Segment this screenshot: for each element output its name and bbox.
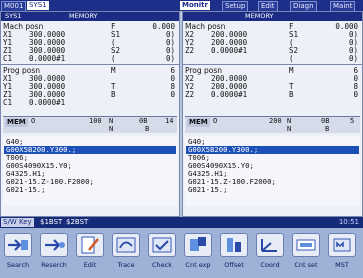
trace-icon: [112, 233, 140, 257]
program-number: 100: [89, 117, 102, 125]
program-o-label: O: [213, 117, 218, 125]
count-expand-icon: [184, 233, 212, 257]
mst-icon: [328, 233, 356, 257]
softkey-label: Offset: [224, 261, 244, 269]
offset-icon: [220, 233, 248, 257]
sequence-number: 0B: [321, 117, 330, 125]
clock: 10:51: [338, 218, 359, 226]
research-icon: [40, 233, 68, 257]
trace-softkey[interactable]: Trace: [109, 231, 143, 275]
softkey-label: Search: [6, 261, 30, 269]
axis-value: 0.0000#1: [29, 54, 66, 63]
code-label: (: [111, 54, 116, 63]
edit-softkey[interactable]: Edit: [73, 231, 107, 275]
axis-label: Z2: [185, 90, 195, 99]
softkey-label: Edit: [83, 261, 97, 269]
softkey-label: Coord: [260, 261, 280, 269]
top-tab-bar: M001 SYS1 Monitr Setup Edit Diagn Maint: [0, 0, 363, 12]
code-value: 0): [348, 54, 358, 63]
mst-softkey[interactable]: MST: [325, 231, 359, 275]
softkey-label: Check: [152, 261, 172, 269]
check-softkey[interactable]: Check: [145, 231, 179, 275]
block-count: 5: [350, 117, 355, 125]
softkey-label: MST: [335, 261, 349, 269]
coordinate-icon: [256, 233, 284, 257]
program-line[interactable]: G021-15.;: [188, 186, 228, 194]
softkey-label: Cnt set: [294, 261, 318, 269]
program-listing[interactable]: G40; G00X5B200.Y300.; T006; G00S4090X15.…: [185, 136, 360, 206]
right-system-pane: MEMORY Mach posn F 0.000 X2 200.0000 S1 …: [182, 11, 363, 217]
softkey-label: Reserch: [41, 261, 67, 269]
code-label: B: [289, 90, 294, 99]
code-label: (: [289, 54, 294, 63]
left-system-pane: SYS1 MEMORY Mach posn F 0.000 X1 300.000…: [0, 11, 180, 217]
axis-label: C1: [3, 98, 13, 107]
sequence-n-label-2: N: [109, 125, 114, 133]
count-expand-softkey[interactable]: Cnt exp: [181, 231, 215, 275]
mem-mode-label: MEM: [187, 118, 210, 127]
operation-mode: MEMORY: [245, 12, 274, 20]
axis-value: 0.0000#1: [211, 46, 248, 55]
memory-status-row: MEM O 100 N 0B 14 N B: [3, 116, 177, 133]
tab-monitor[interactable]: Monitr: [180, 1, 210, 10]
mem-mode-label: MEM: [5, 118, 28, 127]
edit-icon: [76, 233, 104, 257]
code-label: M: [111, 66, 116, 75]
status-bar: S/W Key $1BST $2BST 10:51: [0, 217, 363, 228]
program-line[interactable]: G021-15.;: [6, 186, 46, 194]
sequence-n-label-2: N: [287, 125, 292, 133]
axis-label: C1: [3, 54, 13, 63]
sequence-n-label: N: [287, 117, 292, 125]
research-softkey[interactable]: Reserch: [37, 231, 71, 275]
code-value: 0): [165, 54, 175, 63]
right-pane-header: MEMORY: [183, 12, 362, 21]
program-line-current[interactable]: G00X5B200.Y300.;: [4, 146, 176, 154]
program-number: 200: [269, 117, 282, 125]
axis-label: Z2: [185, 46, 195, 55]
count-set-icon: [292, 233, 320, 257]
program-position-section: Prog posn M 6 X1 300.0000 0 Y1 300.0000 …: [3, 67, 177, 111]
code-value: 0: [353, 90, 358, 99]
axis-value: 0.0000#1: [211, 90, 248, 99]
softkey-bar: Search Reserch Edit Trace Check Cnt exp: [0, 228, 363, 278]
sequence-n-label: N: [109, 117, 114, 125]
operation-mode: MEMORY: [69, 12, 98, 20]
search-softkey[interactable]: Search: [1, 231, 35, 275]
code-label: M: [289, 66, 294, 75]
divider: [183, 64, 362, 65]
program-line-current[interactable]: G00X5B200.Y300.;: [186, 146, 359, 154]
system1-status: $1BST: [40, 218, 63, 226]
program-listing[interactable]: G40; G00X5B200.Y300.; T006; G00S4090X15.…: [3, 136, 177, 206]
program-o-label: O: [31, 117, 36, 125]
coord-softkey[interactable]: Coord: [253, 231, 287, 275]
search-icon: [4, 233, 32, 257]
system2-status: $2BST: [66, 218, 89, 226]
divider: [1, 64, 179, 65]
count-set-softkey[interactable]: Cnt set: [289, 231, 323, 275]
softkey-label: Cnt exp: [185, 261, 211, 269]
tab-sys1[interactable]: SYS1: [27, 1, 49, 10]
axis-value: 0.0000#1: [29, 98, 66, 107]
left-pane-header: SYS1 MEMORY: [1, 12, 179, 21]
softkey-label: Trace: [117, 261, 135, 269]
block-b-label: B: [325, 125, 330, 133]
block-count: 14: [165, 117, 174, 125]
block-b-label: B: [145, 125, 150, 133]
offset-softkey[interactable]: Offset: [217, 231, 251, 275]
system-label: SYS1: [5, 12, 22, 20]
program-position-section: Prog posn M 6 X2 200.0000 0 Y2 200.0000 …: [185, 67, 360, 111]
code-label: B: [111, 90, 116, 99]
sequence-number: 0B: [139, 117, 148, 125]
sw-key-button[interactable]: S/W Key: [1, 218, 34, 227]
memory-status-row: MEM O 200 N 0B 5 N B: [185, 116, 360, 133]
check-icon: [148, 233, 176, 257]
code-value: 0: [170, 90, 175, 99]
